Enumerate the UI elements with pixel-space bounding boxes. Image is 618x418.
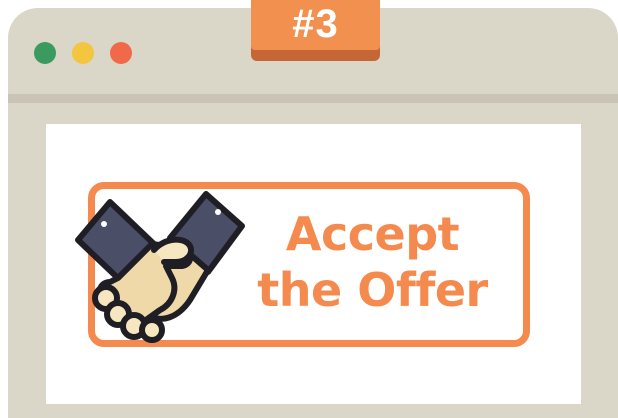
step-badge-face: #3	[251, 0, 380, 50]
window-dot-green[interactable]	[34, 42, 56, 64]
window-dot-yellow[interactable]	[72, 42, 94, 64]
window-dot-red[interactable]	[110, 42, 132, 64]
accept-offer-line-1: Accept	[285, 207, 460, 261]
handshake-icon	[75, 191, 245, 343]
accept-offer-label: Accept the Offer	[240, 206, 505, 318]
accept-offer-line-2: the Offer	[257, 263, 488, 317]
titlebar-divider	[8, 94, 618, 103]
step-badge: #3	[251, 0, 380, 61]
step-badge-label: #3	[292, 2, 339, 46]
